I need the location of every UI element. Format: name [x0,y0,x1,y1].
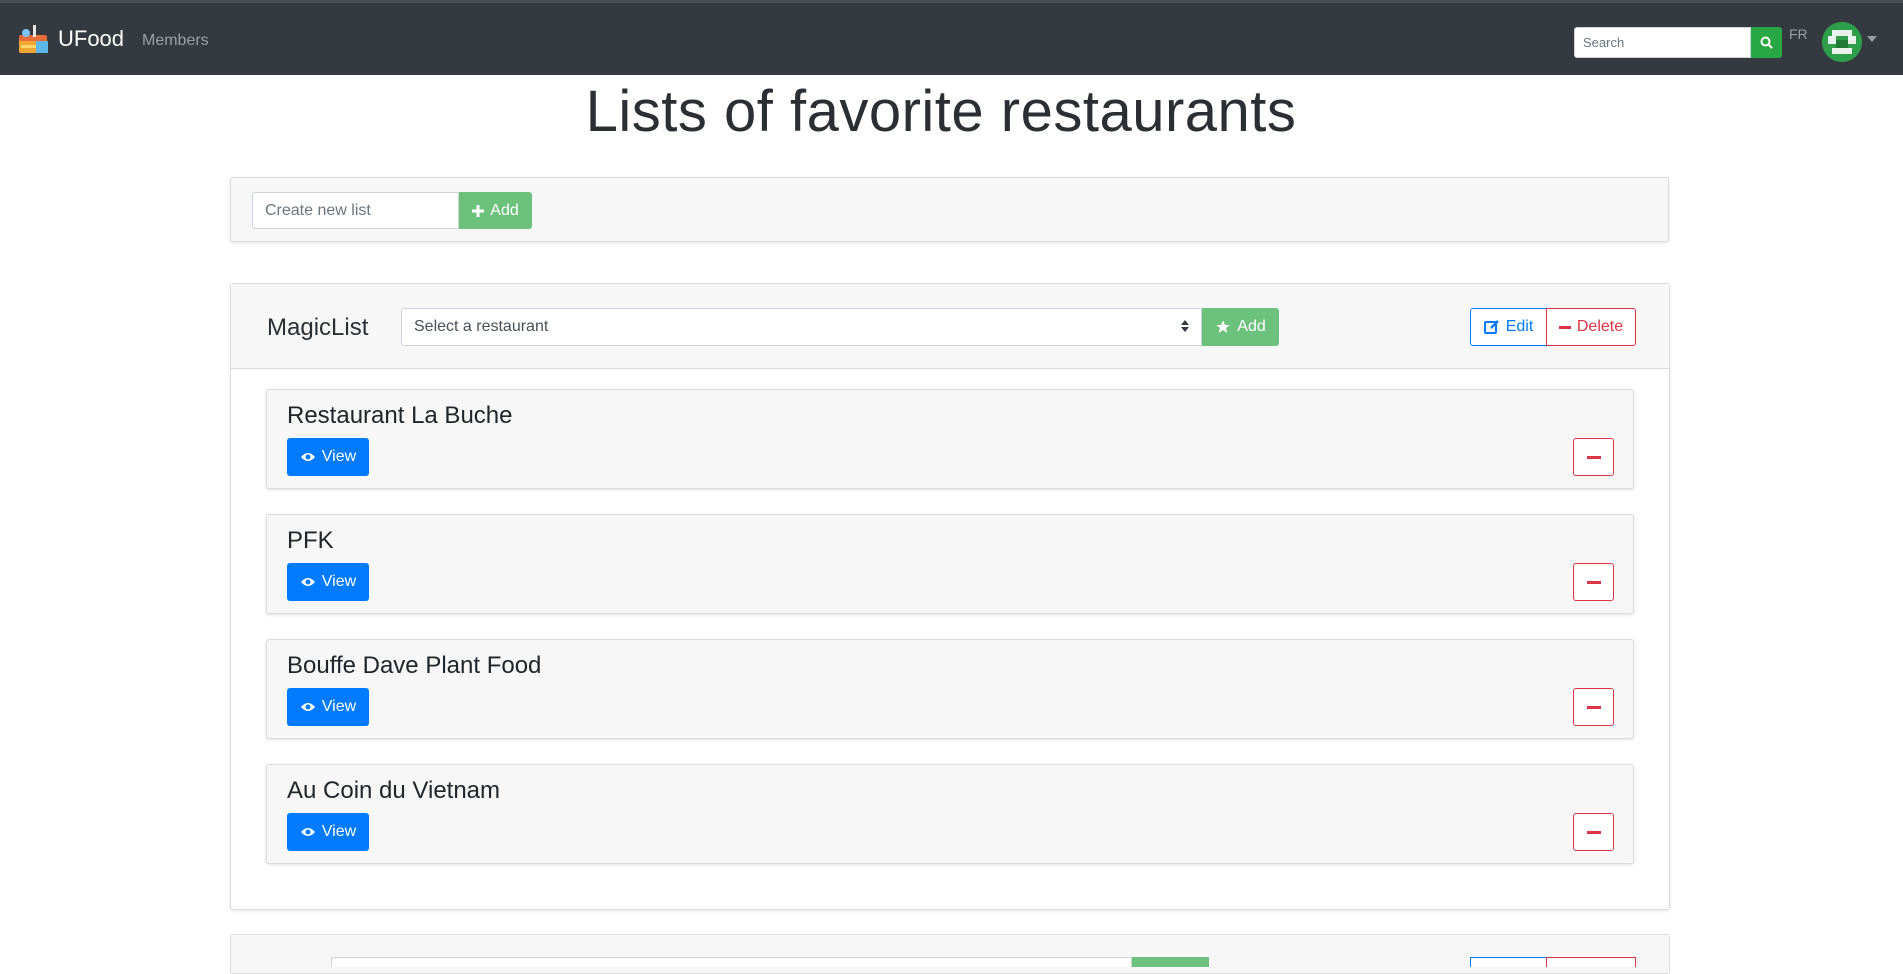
remove-restaurant-button[interactable] [1573,563,1614,601]
create-list-input[interactable] [252,192,459,229]
navbar: UFood Members FR [0,0,1903,75]
search-icon [1760,36,1773,49]
nav-link-members[interactable]: Members [142,32,209,50]
view-restaurant-button[interactable]: View [287,438,369,476]
minus-icon [1558,325,1571,329]
search-input[interactable] [1574,27,1751,58]
minus-icon [1586,580,1601,584]
brand-name: UFood [58,26,125,51]
eye-icon [300,703,315,711]
edit-icon [1483,320,1499,334]
avatar[interactable] [1822,22,1862,62]
add-restaurant-button[interactable]: Add [1202,308,1279,346]
edit-list-button[interactable] [1470,957,1547,967]
create-list-add-button[interactable]: Add [459,192,532,229]
restaurant-name: PFK [287,527,334,554]
eye-icon [300,828,315,836]
view-restaurant-button[interactable]: View [287,813,369,851]
list-item: Au Coin du Vietnam View [266,764,1634,864]
edit-list-button[interactable]: Edit [1470,308,1547,346]
delete-list-button[interactable] [1546,957,1636,967]
ufood-logo-icon [16,21,50,57]
brand[interactable]: UFood [16,21,124,57]
view-restaurant-button[interactable]: View [287,563,369,601]
star-icon [1216,320,1230,333]
list-item: Bouffe Dave Plant Food View [266,639,1634,739]
favorite-list-card: MagicList Select a restaurant Add Edit D… [230,283,1670,910]
restaurant-select[interactable] [331,957,1132,967]
search-form [1574,27,1782,58]
list-item: Restaurant La Buche View [266,389,1634,489]
restaurant-name: Restaurant La Buche [287,402,513,429]
chevron-down-icon[interactable] [1867,36,1877,42]
list-header: MagicList Select a restaurant Add Edit D… [231,284,1669,369]
edit-label: Edit [1505,318,1534,335]
minus-icon [1586,455,1601,459]
eye-icon [300,453,315,461]
create-list-card: Add [230,177,1669,242]
page-title: Lists of favorite restaurants [585,79,1297,144]
eye-icon [300,578,315,586]
list-name: MagicList [267,314,369,341]
remove-restaurant-button[interactable] [1573,688,1614,726]
view-label: View [321,823,357,840]
minus-icon [1586,705,1601,709]
add-label: Add [490,201,519,219]
delete-label: Delete [1576,318,1624,335]
next-list-card [230,934,1670,974]
restaurant-name: Au Coin du Vietnam [287,777,501,804]
plus-icon [472,204,485,217]
search-button[interactable] [1751,27,1782,58]
remove-restaurant-button[interactable] [1573,438,1614,476]
restaurant-name: Bouffe Dave Plant Food [287,652,542,679]
view-label: View [321,698,357,715]
list-item: PFK View [266,514,1634,614]
view-label: View [321,573,357,590]
minus-icon [1586,830,1601,834]
remove-restaurant-button[interactable] [1573,813,1614,851]
view-restaurant-button[interactable]: View [287,688,369,726]
add-restaurant-button[interactable] [1132,957,1209,967]
language-toggle[interactable]: FR [1789,26,1808,42]
restaurant-select[interactable]: Select a restaurant [401,308,1202,346]
add-label: Add [1237,318,1266,335]
select-arrows-icon [1181,320,1189,332]
restaurant-select-value: Select a restaurant [414,318,549,335]
view-label: View [321,448,357,465]
delete-list-button[interactable]: Delete [1546,308,1636,346]
